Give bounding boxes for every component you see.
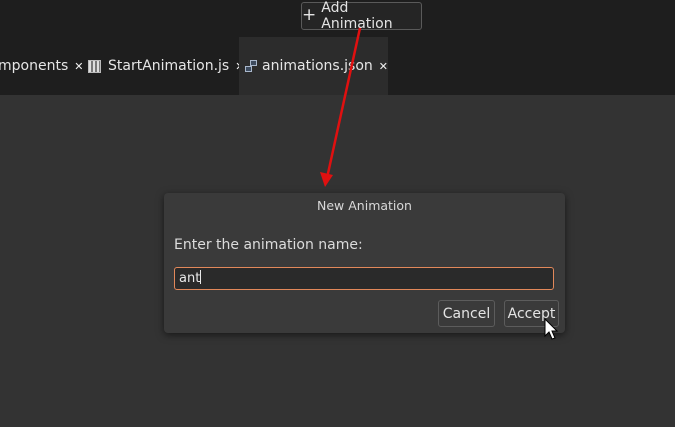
plus-icon: + — [302, 5, 317, 25]
close-icon[interactable]: ✕ — [379, 60, 388, 73]
accept-button[interactable]: Accept — [504, 300, 559, 327]
tab-animations-json[interactable]: animations.json ✕ — [239, 37, 388, 95]
json-file-icon — [245, 59, 257, 73]
text-caret — [200, 270, 202, 284]
tab-start-animation-js[interactable]: StartAnimation.js ✕ — [88, 37, 244, 95]
cancel-button[interactable]: Cancel — [438, 300, 495, 327]
js-file-icon — [88, 59, 101, 73]
editor-top-bar: + Add Animation mponents ✕ StartAnimatio… — [0, 0, 675, 95]
tab-label: StartAnimation.js — [108, 58, 230, 74]
add-animation-button[interactable]: + Add Animation — [301, 0, 422, 32]
animation-name-input[interactable]: ant — [174, 267, 554, 290]
animation-name-prompt: Enter the animation name: — [174, 237, 363, 253]
tab-label: animations.json — [262, 58, 373, 74]
dialog-title: New Animation — [317, 198, 412, 213]
tab-label: mponents — [0, 58, 69, 74]
input-value: ant — [179, 271, 201, 286]
close-icon[interactable]: ✕ — [74, 60, 83, 73]
add-animation-label: Add Animation — [321, 0, 393, 32]
new-animation-dialog: New Animation Enter the animation name: … — [164, 193, 565, 333]
tab-components[interactable]: mponents ✕ — [0, 37, 83, 95]
